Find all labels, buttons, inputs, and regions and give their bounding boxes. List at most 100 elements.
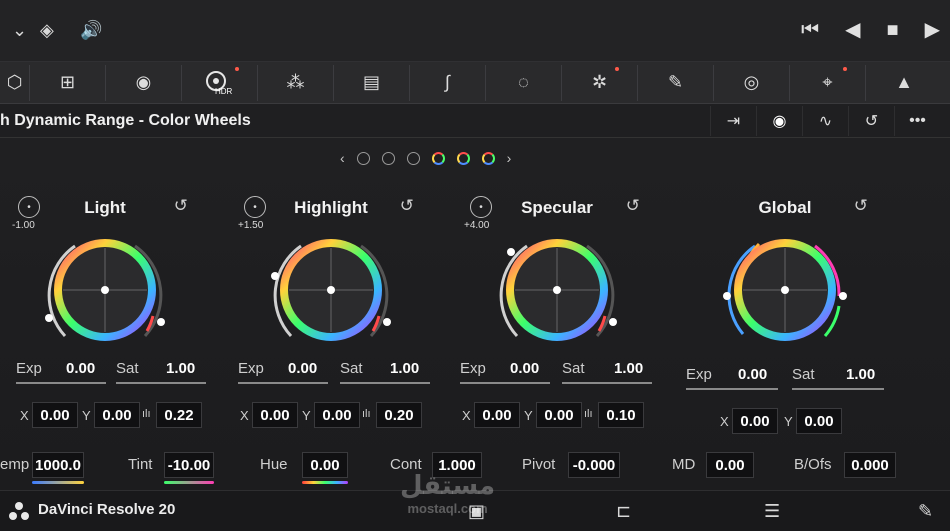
exp-label: Exp (460, 360, 486, 377)
x-field[interactable]: 0.00 (32, 402, 78, 428)
exp-slider[interactable] (686, 388, 778, 390)
hue-param: Hue 0.00 (260, 452, 350, 484)
skip-to-start-icon[interactable]: ⏮ (801, 14, 819, 46)
color-warper-icon[interactable]: ◌ (486, 64, 562, 101)
qualifier-icon[interactable]: ✲ (562, 64, 638, 101)
sat-value[interactable]: 1.00 (614, 360, 643, 377)
pager-next-button[interactable]: › (507, 150, 512, 166)
sat-value[interactable]: 1.00 (390, 360, 419, 377)
y-label: Y (82, 408, 91, 423)
sat-label: Sat (116, 360, 139, 377)
eyedropper-icon[interactable]: ✎ (638, 64, 714, 101)
y-field[interactable]: 0.00 (314, 402, 360, 428)
y-label: Y (524, 408, 533, 423)
cube-icon[interactable]: ⬡ (0, 64, 30, 101)
exp-slider[interactable] (460, 382, 550, 384)
exp-label: Exp (16, 360, 42, 377)
y-field[interactable]: 0.00 (796, 408, 842, 434)
temp-bar (32, 481, 84, 484)
exp-value[interactable]: 0.00 (66, 360, 95, 377)
magic-mask-icon[interactable]: ▲ (866, 65, 942, 101)
sat-label: Sat (792, 366, 815, 383)
exp-value[interactable]: 0.00 (738, 366, 767, 383)
watermark-latin: mostaql.com (407, 501, 488, 516)
grid-icon[interactable]: ⊞ (30, 64, 106, 101)
falloff-field[interactable]: 0.10 (598, 402, 644, 428)
tool-badge (615, 66, 619, 71)
deliver-page-icon[interactable]: ✎ (918, 501, 933, 522)
tool-badge (843, 66, 847, 71)
waveform-icon[interactable]: ∿ (802, 106, 848, 136)
x-field[interactable]: 0.00 (252, 402, 298, 428)
chevron-down-icon[interactable]: ⌄ (12, 20, 27, 41)
color-wheel[interactable] (487, 226, 627, 356)
play-icon[interactable]: ▶ (925, 14, 940, 46)
sat-slider[interactable] (562, 382, 652, 384)
reset-icon[interactable]: ↺ (854, 196, 868, 216)
tracker-icon[interactable]: ⌖ (790, 64, 866, 101)
x-field[interactable]: 0.00 (474, 402, 520, 428)
wheel-name: Global (758, 198, 812, 217)
hue-field[interactable]: 0.00 (302, 452, 348, 478)
y-field[interactable]: 0.00 (536, 402, 582, 428)
exp-slider[interactable] (16, 382, 106, 384)
color-wheels-icon[interactable]: ◉ (106, 64, 182, 101)
sat-slider[interactable] (116, 382, 206, 384)
bofs-field[interactable]: 0.000 (844, 452, 896, 478)
x-field[interactable]: 0.00 (732, 408, 778, 434)
sat-value[interactable]: 1.00 (846, 366, 875, 383)
export-icon[interactable]: ⇥ (710, 106, 756, 136)
sat-label: Sat (562, 360, 585, 377)
exp-value[interactable]: 0.00 (288, 360, 317, 377)
sat-label: Sat (340, 360, 363, 377)
motion-effects-icon[interactable]: ▤ (334, 64, 410, 101)
reset-icon[interactable]: ↺ (174, 196, 188, 216)
color-wheel[interactable] (261, 226, 401, 356)
color-wheel[interactable] (35, 226, 175, 356)
pager-prev-button[interactable]: ‹ (340, 150, 345, 166)
edit-page-icon[interactable]: ⊏ (616, 501, 631, 522)
curves-icon[interactable]: ∫ (410, 64, 486, 101)
bofs-param: B/Ofs 0.000 (794, 452, 904, 478)
pager-dot-active[interactable] (481, 151, 495, 165)
pager-dot-active[interactable] (431, 151, 445, 165)
rgb-mixer-icon[interactable]: ⁂ (258, 64, 334, 101)
sat-slider[interactable] (792, 388, 884, 390)
pivot-field[interactable]: -0.000 (568, 452, 620, 478)
exp-sat-row: Exp 0.00 Sat 1.00 (238, 356, 430, 384)
md-param: MD 0.00 (672, 452, 762, 478)
tint-param: Tint -10.00 (128, 452, 218, 484)
md-field[interactable]: 0.00 (706, 452, 754, 478)
temp-field[interactable]: 1000.0 (32, 452, 84, 478)
zone-range-value: +1.50 (238, 220, 264, 231)
reset-icon[interactable]: ↺ (626, 196, 640, 216)
wheel-name: Light (84, 198, 126, 217)
tint-field[interactable]: -10.00 (164, 452, 214, 478)
y-field[interactable]: 0.00 (94, 402, 140, 428)
window-icon[interactable]: ◎ (714, 64, 790, 101)
pager-dot[interactable] (381, 151, 395, 165)
layers-icon[interactable]: ◈ (40, 20, 54, 41)
reset-icon[interactable]: ↺ (400, 196, 414, 216)
pager-dot[interactable] (406, 151, 420, 165)
sat-slider[interactable] (340, 382, 430, 384)
play-reverse-icon[interactable]: ◀ (845, 14, 860, 46)
falloff-field[interactable]: 0.20 (376, 402, 422, 428)
exp-value[interactable]: 0.00 (510, 360, 539, 377)
hdr-icon[interactable]: HDR (182, 64, 258, 101)
pager-dot-active[interactable] (456, 151, 470, 165)
y-label: Y (784, 414, 793, 429)
exp-slider[interactable] (238, 382, 328, 384)
stop-icon[interactable]: ■ (887, 14, 899, 46)
speaker-icon[interactable]: 🔊 (80, 20, 102, 41)
pager-dot[interactable] (356, 151, 370, 165)
wheels-view-icon[interactable]: ◉ (756, 106, 802, 136)
reset-all-icon[interactable]: ↺ (848, 106, 894, 136)
more-options-icon[interactable]: ••• (894, 106, 940, 136)
fairlight-page-icon[interactable]: ☰ (764, 501, 780, 522)
xy-row: X 0.00 Y 0.00 ılı 0.22 (20, 402, 220, 428)
falloff-field[interactable]: 0.22 (156, 402, 202, 428)
color-wheel[interactable] (715, 226, 855, 356)
exp-label: Exp (686, 366, 712, 383)
sat-value[interactable]: 1.00 (166, 360, 195, 377)
